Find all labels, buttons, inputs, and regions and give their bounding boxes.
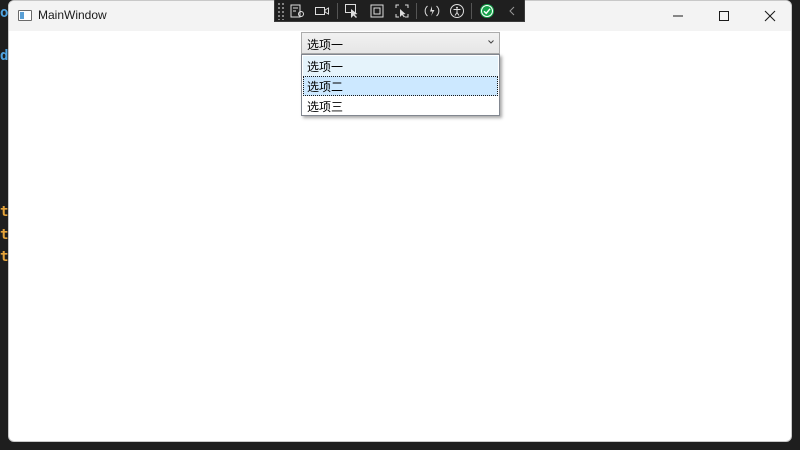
hot-reload-button[interactable] (421, 1, 442, 21)
toolbar-separator (471, 2, 473, 19)
dropdown-option-1[interactable]: 选项一 (303, 56, 498, 76)
option-label: 选项一 (307, 60, 344, 74)
editor-glyph: t (0, 249, 8, 265)
combobox-dropdown-list: 选项一 选项二 选项三 (301, 54, 500, 116)
main-window: MainWindow 选项一 选项一 选项二 选项三 (8, 0, 792, 442)
close-button[interactable] (747, 1, 791, 31)
collapse-toolbar-button[interactable] (501, 1, 522, 21)
drag-grip-icon[interactable] (277, 1, 285, 20)
debug-inapp-toolbar (274, 0, 525, 22)
track-focus-button[interactable] (391, 1, 412, 21)
editor-glyph: d (0, 48, 8, 64)
record-button[interactable] (312, 1, 333, 21)
dropdown-option-3[interactable]: 选项三 (303, 96, 498, 116)
layout-adorners-button[interactable] (366, 1, 387, 21)
select-element-icon (344, 3, 358, 18)
editor-glyph: o (0, 5, 8, 21)
editor-glyph: t (0, 227, 8, 243)
maximize-button[interactable] (701, 1, 747, 31)
editor-glyph: t (0, 204, 8, 220)
collapse-chevron-icon (508, 6, 514, 15)
check-circle-icon (479, 3, 494, 18)
minimize-button[interactable] (655, 1, 701, 31)
option-combobox[interactable]: 选项一 (301, 32, 500, 54)
minimize-icon (673, 15, 683, 17)
option-label: 选项三 (307, 100, 344, 114)
combobox-selected-value: 选项一 (307, 38, 344, 52)
app-window-icon (18, 10, 32, 21)
option-label: 选项二 (307, 80, 344, 94)
toolbar-separator (416, 2, 418, 19)
select-element-button[interactable] (341, 1, 362, 21)
binding-status-button[interactable] (476, 1, 497, 21)
accessibility-icon (449, 3, 464, 18)
window-title: MainWindow (38, 8, 107, 22)
dropdown-option-2[interactable]: 选项二 (303, 76, 498, 96)
close-icon (764, 10, 776, 22)
video-camera-icon (315, 6, 330, 15)
track-focus-icon (395, 4, 409, 17)
maximize-icon (719, 11, 729, 21)
accessibility-button[interactable] (446, 1, 467, 21)
visual-tree-icon (290, 4, 305, 17)
hot-reload-icon (424, 5, 440, 16)
visual-tree-button[interactable] (287, 1, 308, 21)
toolbar-separator (336, 2, 338, 19)
display-layout-adorners-icon (370, 4, 384, 17)
chevron-down-icon (488, 40, 494, 44)
